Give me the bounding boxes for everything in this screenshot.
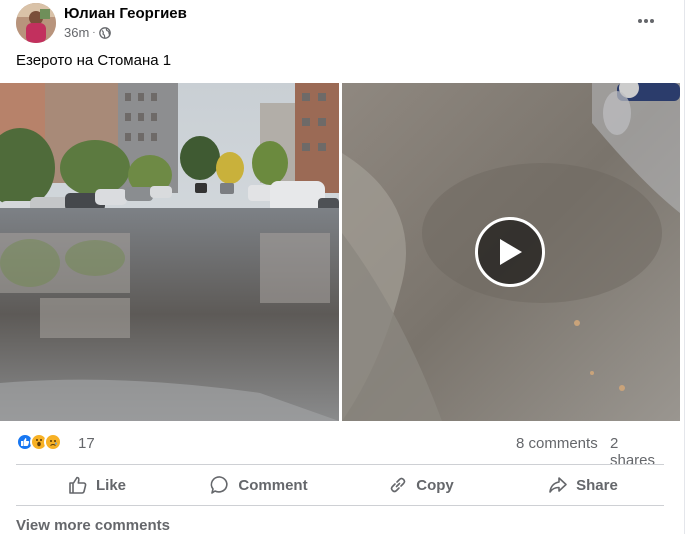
avatar-image <box>16 3 56 43</box>
flooded-street-photo[interactable] <box>0 83 339 421</box>
sad-icon <box>44 433 62 451</box>
avatar[interactable] <box>16 3 56 43</box>
post-text: Езерото на Стомана 1 <box>16 52 172 69</box>
more-options-button[interactable] <box>633 11 659 31</box>
comments-count-link[interactable]: 8 comments <box>516 435 598 452</box>
more-dots-icon <box>638 19 654 23</box>
separator-dot: · <box>92 27 96 38</box>
flooded-puddle-video[interactable] <box>342 83 680 421</box>
comment-icon <box>211 476 229 494</box>
reactions-count[interactable]: 17 <box>78 435 95 452</box>
author-name[interactable]: Юлиан Георгиев <box>64 5 187 22</box>
play-icon <box>500 239 522 265</box>
post-actions: Like Comment Copy Share <box>16 466 664 504</box>
post-stats: 17 8 comments 2 shares <box>16 431 664 469</box>
share-label: Share <box>576 476 618 494</box>
reaction-icons[interactable] <box>16 433 62 451</box>
divider <box>16 464 664 465</box>
comment-button[interactable]: Comment <box>178 466 340 504</box>
feed-post: Юлиан Георгиев 36m · Езерото на Стомана … <box>0 0 685 534</box>
globe-icon <box>98 26 111 39</box>
post-time[interactable]: 36m <box>64 25 89 40</box>
share-button[interactable]: Share <box>502 466 664 504</box>
copy-label: Copy <box>416 476 454 494</box>
copy-button[interactable]: Copy <box>340 466 502 504</box>
like-label: Like <box>95 476 126 494</box>
post-meta: 36m · <box>64 25 111 40</box>
share-icon <box>549 477 567 493</box>
view-more-comments-link[interactable]: View more comments <box>16 517 170 534</box>
like-button[interactable]: Like <box>16 466 178 504</box>
link-icon <box>390 477 406 493</box>
divider <box>16 505 664 506</box>
thumbs-up-icon <box>69 476 87 494</box>
comment-label: Comment <box>238 476 308 494</box>
photo-illustration <box>0 83 339 421</box>
play-video-button[interactable] <box>475 217 545 287</box>
